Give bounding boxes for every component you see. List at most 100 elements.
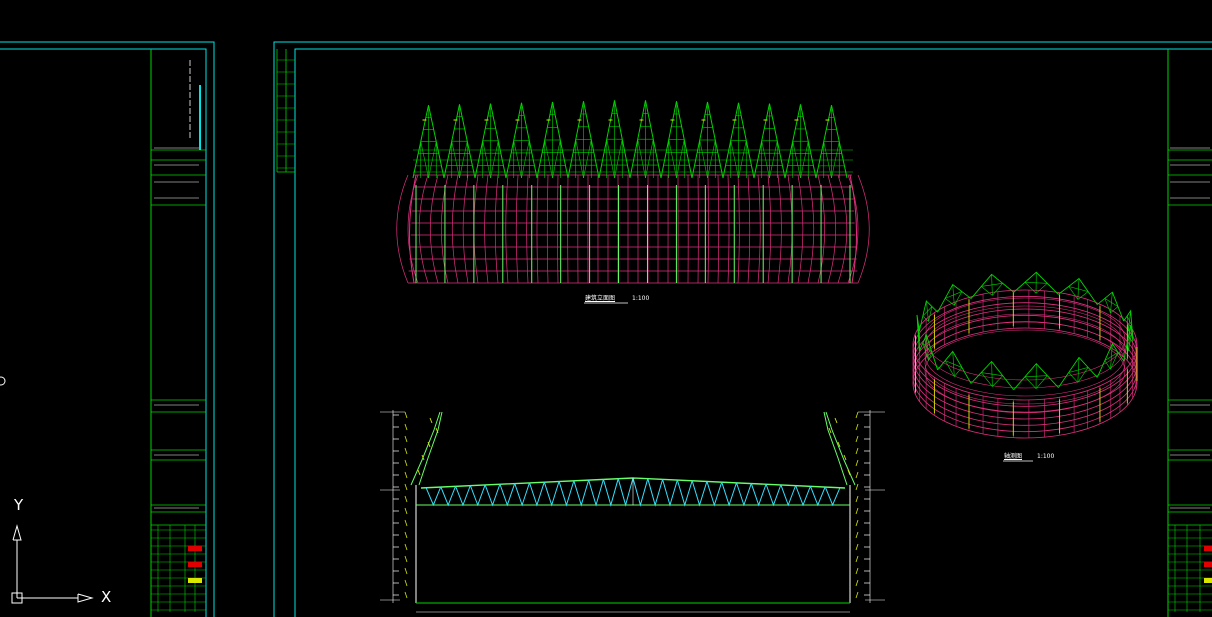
left-sheet-inner-border: [0, 48, 207, 617]
truss-web: [588, 479, 604, 507]
truss-web: [691, 480, 708, 507]
elevation-rib: [526, 174, 529, 284]
canopy-left: [410, 411, 441, 486]
front-elevation-scale: 1:100: [632, 295, 650, 302]
truss-web: [543, 481, 560, 507]
ring-crown-grid: [991, 361, 993, 387]
axonometric-view[interactable]: [912, 271, 1138, 462]
section-grid-number: [855, 447, 859, 455]
elevation-rib: [473, 174, 479, 284]
section-view[interactable]: [380, 410, 885, 613]
left-sheet-border: [0, 41, 215, 617]
elevation-rib: [737, 174, 740, 284]
ring-outer-band: [912, 314, 1138, 426]
left-viewport-marker: [0, 376, 6, 386]
canopy-left-inner: [418, 411, 443, 486]
elevation-rib: [787, 174, 793, 284]
title-block-yellow-cell: [1204, 578, 1212, 583]
truss-web: [676, 479, 693, 507]
truss-web: [425, 486, 442, 507]
section-grid-number: [855, 519, 859, 527]
ucs-icon: [11, 524, 94, 604]
section-grid-number: [855, 531, 859, 539]
truss-web: [514, 482, 530, 507]
ring-crown-grid: [1077, 291, 1089, 300]
crown-grid: [792, 141, 801, 179]
crown-grid: [730, 140, 739, 179]
truss-web: [529, 481, 545, 507]
ucs-y-arrow: [12, 524, 22, 541]
canopy-node-label: [417, 469, 421, 476]
crown-grid: [482, 140, 491, 179]
elevation-rib: [807, 174, 815, 284]
elevation-rib: [505, 174, 509, 284]
title-block-red-cell: [1204, 562, 1212, 567]
section-grid-number: [404, 579, 408, 587]
elevation-rib: [557, 174, 559, 284]
ring-outer-band: [912, 295, 1138, 407]
section-grid-number: [855, 423, 859, 431]
section-grid-number: [404, 483, 408, 491]
truss-web: [824, 486, 841, 507]
elevation-rib: [777, 174, 782, 284]
elevation-rib: [717, 174, 720, 284]
front-elevation-view[interactable]: [396, 100, 870, 304]
crown-grid: [521, 140, 530, 179]
elevation-rib: [484, 174, 489, 284]
section-grid-number: [404, 435, 408, 443]
axonometric-title: 轴测图: [1004, 453, 1023, 460]
main-sheet-border: [273, 41, 1212, 617]
drawing-sheets: [0, 41, 1212, 617]
section-grid-number: [855, 435, 859, 443]
section-grid-number: [855, 483, 859, 491]
section-grid-number: [855, 579, 859, 587]
truss-web: [469, 484, 486, 507]
truss-web: [455, 485, 471, 507]
cad-model-space[interactable]: [0, 0, 1212, 617]
left-title-block: [150, 49, 206, 617]
ring-crown-grid: [954, 367, 963, 377]
elevation-rib: [797, 174, 804, 284]
section-grid-number: [855, 591, 859, 599]
ring-crown-grid: [1024, 376, 1037, 389]
section-grid-number: [855, 567, 859, 575]
crown-grid: [738, 140, 747, 179]
truss-web: [736, 482, 752, 507]
section-grid-number: [404, 495, 408, 503]
axonometric-scale: 1:100: [1037, 453, 1055, 460]
ring-crown-grid: [1035, 283, 1048, 294]
section-grid-number: [855, 495, 859, 503]
section-grid-number: [404, 519, 408, 527]
truss-web: [602, 478, 619, 507]
title-block-yellow-cell: [188, 578, 202, 583]
section-grid-number: [855, 555, 859, 563]
elevation-rib: [429, 174, 439, 284]
canopy-right-inner: [823, 411, 848, 486]
title-block-red-cell: [188, 546, 202, 551]
truss-web: [795, 485, 811, 507]
elevation-rib: [707, 174, 709, 284]
elevation-rib: [757, 174, 761, 284]
elevation-rib: [396, 174, 409, 284]
ring-crown-grid: [1024, 282, 1037, 294]
right-title-block: [1168, 147, 1212, 612]
truss-web: [499, 483, 516, 507]
ring-crown-grid: [954, 291, 963, 306]
ucs-x-arrow: [77, 593, 94, 603]
section-grid-number: [855, 411, 859, 419]
main-sheet-inner-border: [294, 48, 1212, 617]
section-grid-number: [404, 411, 408, 419]
truss-web: [721, 481, 737, 507]
section-grid-number: [404, 471, 408, 479]
canopy-node-label: [843, 454, 847, 461]
title-block-red-cell: [1204, 546, 1212, 551]
truss-web: [765, 483, 782, 507]
canopy-right: [825, 411, 856, 486]
elevation-rib: [536, 174, 539, 284]
section-grid-number: [404, 591, 408, 599]
ring-inner-band: [924, 297, 1126, 381]
crown-grid: [490, 140, 499, 179]
elevation-rib: [462, 174, 469, 284]
section-grid-number: [855, 459, 859, 467]
crown-grid: [451, 141, 460, 179]
